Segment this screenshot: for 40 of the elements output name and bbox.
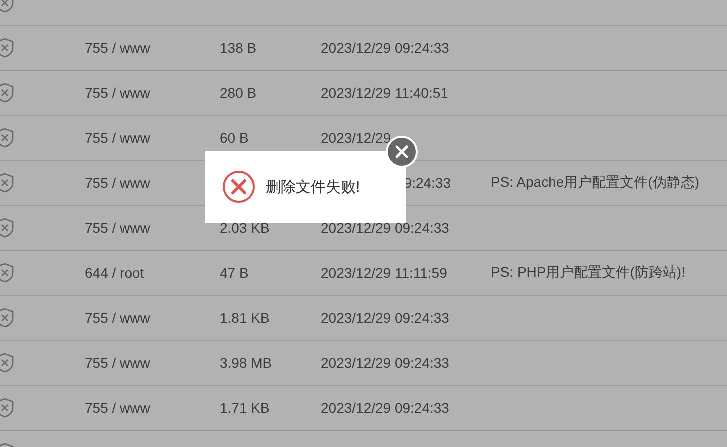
size-cell-text: 1.71 KB <box>220 400 271 416</box>
size-cell-text: 60 B <box>220 130 250 146</box>
permission-cell-text: 755 / www <box>85 40 152 56</box>
permission-cell-text: 755 / www <box>85 175 152 191</box>
modified-cell: 2023/12/29 09:24:33 <box>321 400 450 416</box>
permission-cell-text: 755 / www <box>85 130 152 146</box>
close-icon <box>395 145 409 159</box>
shield-icon <box>0 263 14 283</box>
permission-cell-text: 755 / www <box>85 310 152 326</box>
modified-cell: 2023/12/29 09:24:33 <box>321 355 450 371</box>
modified-cell: 2023/12/29 <box>321 130 392 146</box>
size-cell-text: 1.81 KB <box>220 310 271 326</box>
shield-icon <box>0 38 14 58</box>
note-cell-text: PS: PHP用户配置文件(防跨站)! <box>491 264 686 282</box>
permission-cell-text: 755 / www <box>85 220 152 236</box>
permission-cell-text: 755 / www <box>85 400 152 416</box>
modified-cell: 9:24:33 <box>404 175 451 191</box>
modified-cell: 2023/12/29 11:40:51 <box>321 85 448 101</box>
error-icon <box>222 170 256 204</box>
shield-icon <box>0 128 14 148</box>
modified-cell: 2023/12/29 09:24:33 <box>321 40 450 56</box>
modified-cell: 2023/12/29 11:11:59 <box>321 265 448 281</box>
size-cell-text: 138 B <box>220 40 258 56</box>
shield-icon <box>0 218 14 238</box>
shield-icon <box>0 308 14 328</box>
dialog-message: 删除文件失败! <box>266 178 360 196</box>
shield-icon <box>0 398 14 418</box>
permission-cell-text: 755 / www <box>85 355 152 371</box>
shield-icon <box>0 173 14 193</box>
size-cell-text: 280 B <box>220 85 258 101</box>
size-cell-text: 47 B <box>220 265 250 281</box>
shield-icon <box>0 353 14 373</box>
permission-cell-text: 755 / www <box>85 85 152 101</box>
modified-cell: 2023/12/29 09:24:33 <box>321 310 450 326</box>
size-cell-text: 2.03 KB <box>220 220 271 236</box>
modified-cell: 2023/12/29 09:24:33 <box>321 220 450 236</box>
permission-cell-text: 644 / root <box>85 265 146 281</box>
size-cell-text: 3.98 MB <box>220 355 274 371</box>
shield-icon <box>0 83 14 103</box>
note-cell-text: PS: Apache用户配置文件(伪静态) <box>491 174 700 192</box>
